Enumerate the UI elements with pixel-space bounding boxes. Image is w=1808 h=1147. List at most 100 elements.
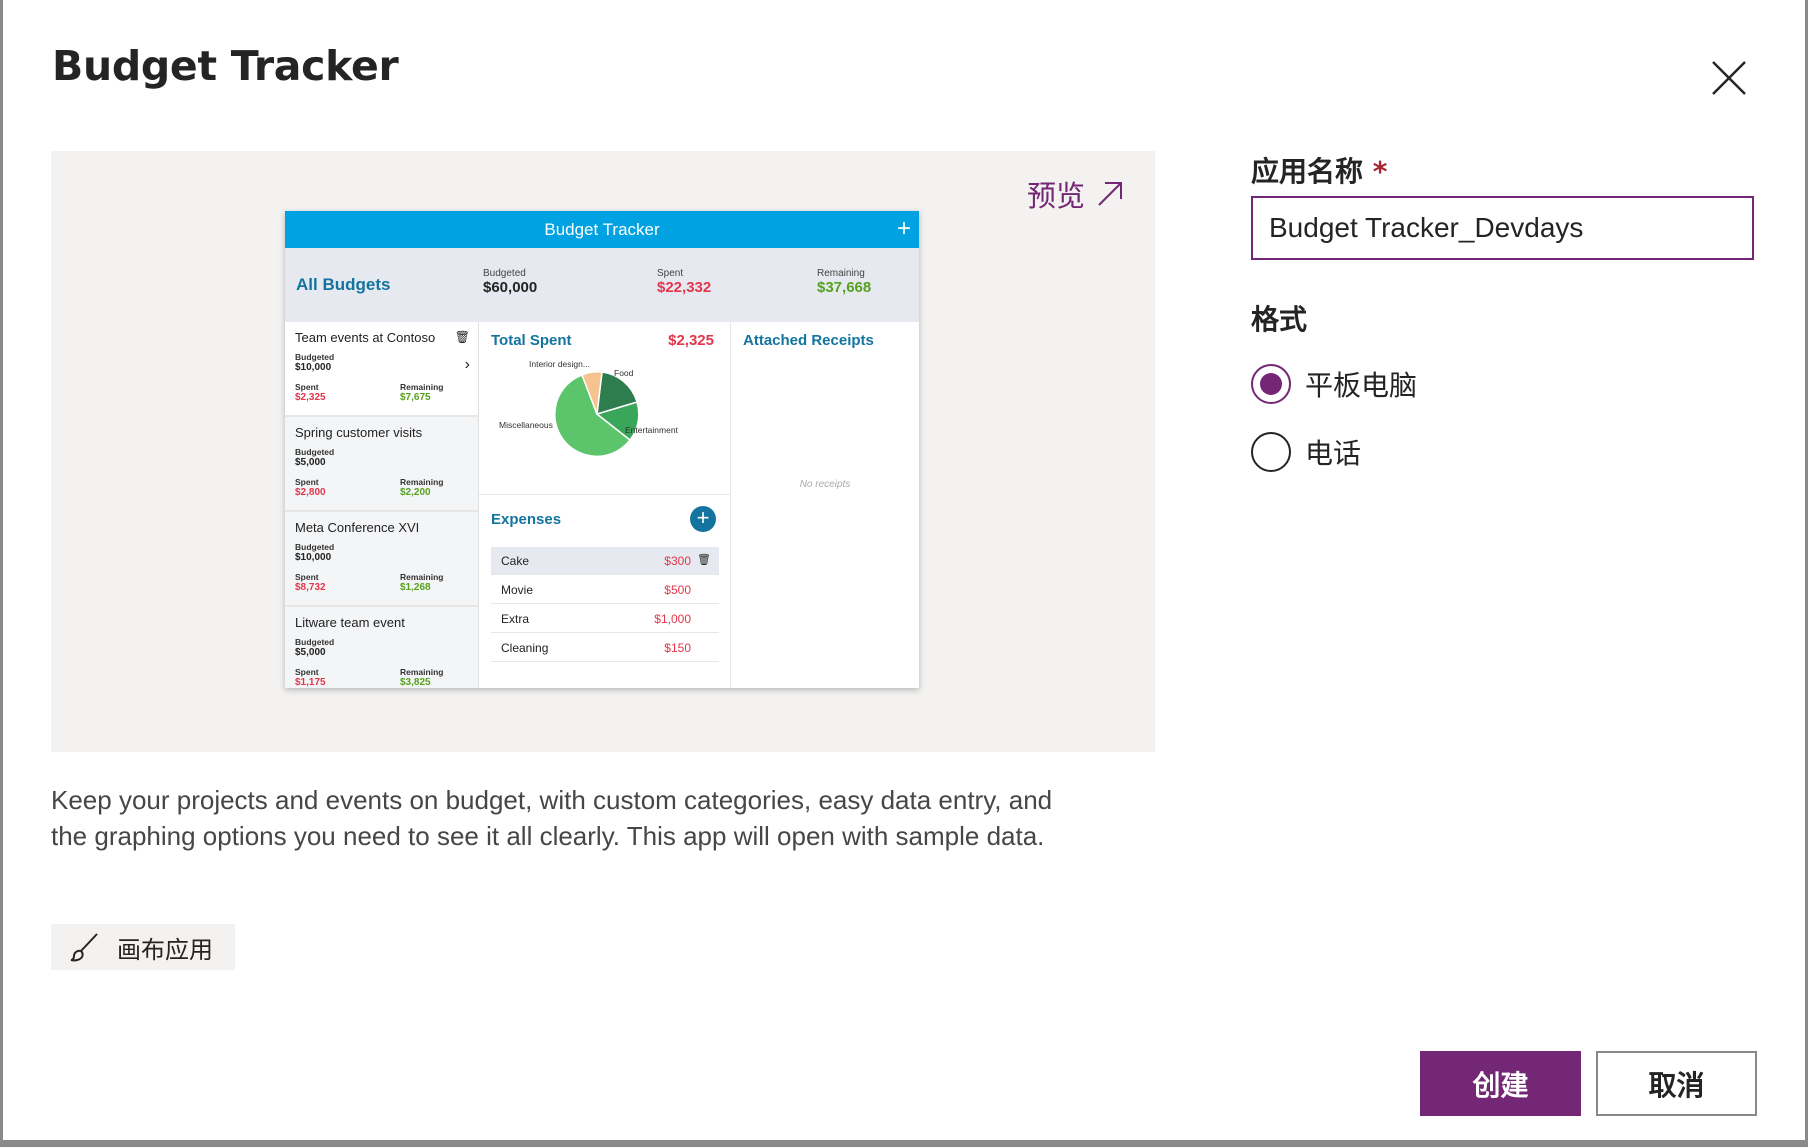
app-screenshot-preview: Budget Tracker + All Budgets Budgeted $6… (285, 211, 919, 688)
budget-list: Team events at Contoso 🗑 Budgeted $10,00… (285, 322, 479, 688)
format-option-phone[interactable]: 电话 (1251, 432, 1361, 472)
spent-value: $2,325 (295, 392, 326, 403)
remaining-label: Remaining (400, 477, 444, 487)
budget-spent: Spent $1,175 (295, 667, 326, 688)
budgeted-label: Budgeted (295, 542, 335, 552)
spent-value: $2,800 (295, 487, 326, 498)
pie-label-interior: Interior design... (529, 359, 590, 369)
summary-spent-label: Spent (657, 268, 684, 279)
required-mark: * (1372, 155, 1388, 188)
summary-budgeted-value: $60,000 (483, 279, 538, 296)
budget-remaining: Remaining $7,675 (400, 382, 443, 403)
app-name-label-text: 应用名称 (1251, 155, 1364, 188)
format-option-phone-label: 电话 (1305, 437, 1362, 470)
budgeted-label: Budgeted (295, 352, 335, 362)
spent-value: $8,732 (295, 582, 326, 593)
app-type-tag: 画布应用 (51, 924, 235, 970)
radio-phone[interactable] (1251, 432, 1291, 472)
cancel-button[interactable]: 取消 (1596, 1051, 1757, 1116)
budget-name: Team events at Contoso (295, 330, 436, 345)
budgeted-value: $5,000 (295, 457, 326, 468)
remaining-value: $3,825 (400, 677, 431, 688)
app-preview-panel: 预览 Budget Tracker + All Budgets Budgeted… (51, 151, 1155, 752)
table-row: Movie $500 (491, 576, 719, 604)
spent-label: Spent (295, 572, 319, 582)
budget-budgeted: Budgeted $10,000 (295, 352, 334, 373)
summary-remaining: Remaining $37,668 (817, 268, 871, 296)
remaining-value: $7,675 (400, 392, 431, 403)
expense-amount: $1,000 (654, 612, 691, 626)
table-row: Cake $300 🗑 (491, 547, 719, 575)
format-option-tablet-label: 平板电脑 (1305, 369, 1418, 402)
budget-name: Spring customer visits (295, 425, 423, 440)
budget-spent: Spent $2,325 (295, 382, 326, 403)
budget-remaining: Remaining $1,268 (400, 572, 443, 593)
divider (479, 494, 731, 495)
list-item: Litware team event Budgeted $5,000 Spent… (285, 607, 478, 688)
summary-spent: Spent $22,332 (657, 268, 711, 296)
chevron-right-icon: › (464, 356, 470, 373)
attached-receipts-title: Attached Receipts (743, 332, 874, 349)
budgeted-value: $10,000 (295, 362, 332, 373)
expense-name: Cake (501, 554, 530, 568)
paintbrush-icon (70, 933, 98, 962)
budget-spent: Spent $2,800 (295, 477, 326, 498)
summary-budgeted: Budgeted $60,000 (483, 268, 537, 296)
preview-link[interactable]: 预览 (1027, 173, 1125, 215)
radio-tablet[interactable] (1251, 364, 1291, 404)
pie-label-entertainment: Entertainment (625, 425, 678, 435)
budget-spent: Spent $8,732 (295, 572, 326, 593)
trash-icon: 🗑 (697, 554, 711, 566)
list-item: Team events at Contoso 🗑 Budgeted $10,00… (285, 322, 478, 417)
summary-spent-value: $22,332 (657, 279, 712, 296)
remaining-label: Remaining (400, 382, 444, 392)
table-row: Cleaning $150 (491, 634, 719, 662)
budget-remaining: Remaining $2,200 (400, 477, 443, 498)
remaining-value: $2,200 (400, 487, 431, 498)
spent-label: Spent (295, 382, 319, 392)
create-button[interactable]: 创建 (1420, 1051, 1581, 1116)
remaining-value: $1,268 (400, 582, 431, 593)
budget-remaining: Remaining $3,825 (400, 667, 443, 688)
spent-label: Spent (295, 477, 319, 487)
summary-remaining-value: $37,668 (817, 279, 872, 296)
no-receipts-text: No receipts (799, 479, 851, 490)
create-app-dialog: Budget Tracker 预览 Budget Tracker + All B… (3, 0, 1805, 1140)
dialog-title: Budget Tracker (52, 42, 399, 90)
app-header-title: Budget Tracker (544, 220, 660, 239)
budget-name: Meta Conference XVI (295, 520, 420, 535)
plus-icon: + (896, 215, 911, 242)
remaining-label: Remaining (400, 667, 444, 677)
spending-pie-chart (555, 372, 639, 456)
close-button[interactable] (1703, 52, 1755, 104)
budget-budgeted: Budgeted $10,000 (295, 542, 334, 563)
table-row: Extra $1,000 (491, 605, 719, 633)
list-item: Spring customer visits Budgeted $5,000 S… (285, 417, 478, 512)
total-spent-value: $2,325 (668, 332, 714, 349)
pie-label-misc: Miscellaneous (499, 420, 553, 430)
budget-budgeted: Budgeted $5,000 (295, 637, 334, 658)
expense-name: Movie (501, 583, 534, 597)
pie-label-food: Food (614, 368, 634, 378)
budget-budgeted: Budgeted $5,000 (295, 447, 334, 468)
radio-selected-dot (1260, 373, 1282, 395)
remaining-label: Remaining (400, 572, 444, 582)
spent-label: Spent (295, 667, 319, 677)
budgeted-value: $5,000 (295, 647, 326, 658)
total-spent-panel: Total Spent $2,325 Interior design... Fo… (479, 322, 731, 688)
app-name-input[interactable] (1251, 196, 1754, 260)
budgeted-label: Budgeted (295, 637, 335, 647)
expense-name: Cleaning (501, 641, 549, 655)
expenses-title: Expenses (491, 511, 562, 528)
attached-receipts-panel: Attached Receipts No receipts (731, 322, 919, 688)
arrow-up-right-icon (1098, 182, 1123, 206)
budgeted-label: Budgeted (295, 447, 335, 457)
expense-amount: $150 (664, 641, 691, 655)
add-expense-icon: + (690, 506, 716, 532)
budgeted-value: $10,000 (295, 552, 332, 563)
app-type-label: 画布应用 (117, 935, 213, 964)
format-option-tablet[interactable]: 平板电脑 (1251, 364, 1417, 404)
format-label: 格式 (1251, 303, 1308, 336)
budget-summary-bar: All Budgets Budgeted $60,000 Spent $22,3… (285, 248, 919, 322)
expense-amount: $500 (664, 583, 691, 597)
